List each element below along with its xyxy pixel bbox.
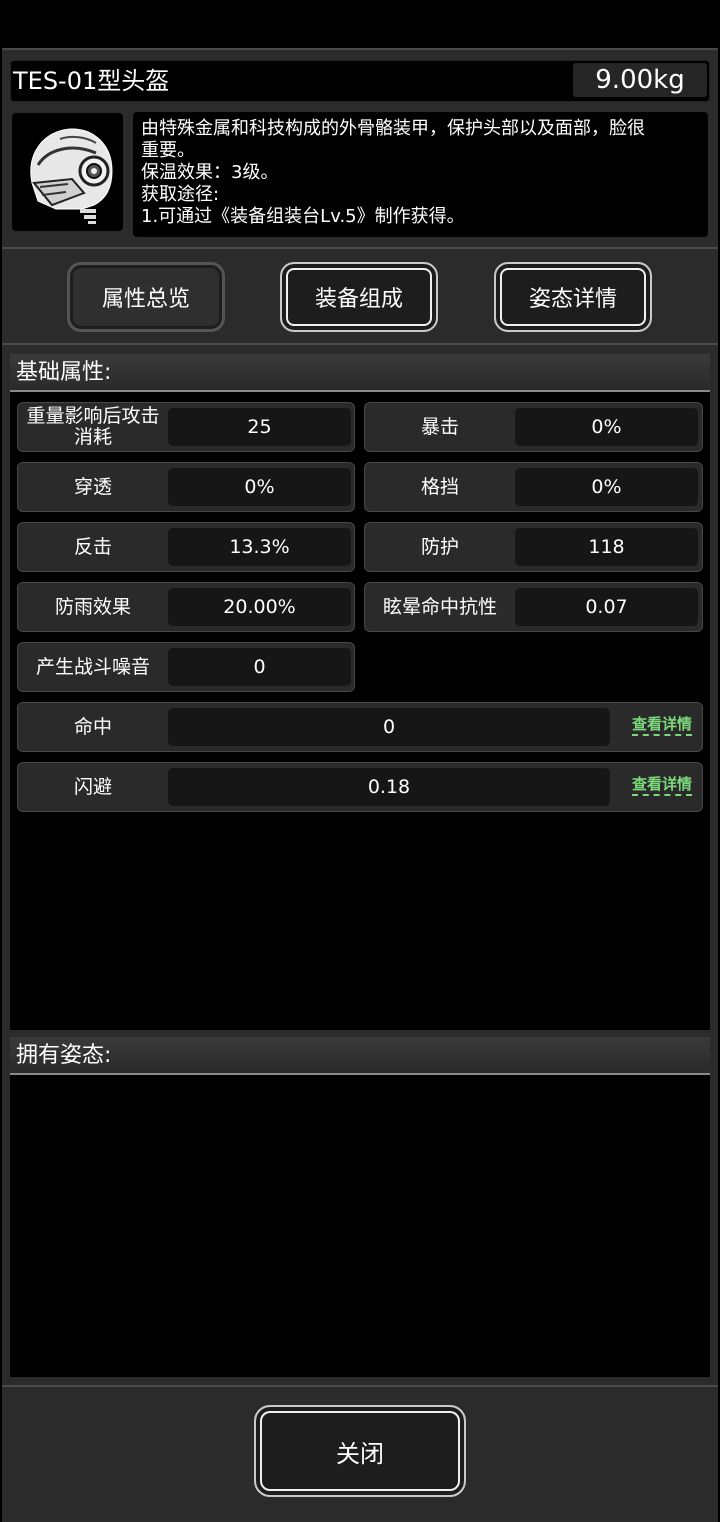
stat-value: 0% bbox=[515, 468, 698, 506]
description-line: 由特殊金属和科技构成的外骨骼装甲，保护头部以及面部，脸很 bbox=[141, 118, 645, 139]
description-line: 保温效果：3级。 bbox=[141, 162, 279, 183]
stat-rainproof: 防雨效果 20.00% bbox=[17, 582, 355, 632]
divider bbox=[2, 247, 718, 249]
postures-title: 拥有姿态: bbox=[10, 1037, 710, 1075]
stat-label: 反击 bbox=[73, 535, 112, 558]
stat-stun-resist: 眩晕命中抗性 0.07 bbox=[364, 582, 703, 632]
tab-attributes-overview[interactable]: 属性总览 bbox=[67, 262, 225, 332]
description-line: 重要。 bbox=[141, 140, 195, 161]
stat-value: 0 bbox=[168, 708, 610, 746]
stat-label: 格挡 bbox=[420, 475, 459, 498]
divider bbox=[2, 343, 718, 345]
item-weight: 9.00kg bbox=[573, 63, 707, 97]
stat-label: 暴击 bbox=[420, 415, 459, 438]
stat-value: 0% bbox=[515, 408, 698, 446]
stat-label: 防护 bbox=[420, 535, 459, 558]
stat-penetration: 穿透 0% bbox=[17, 462, 355, 512]
basic-attributes-title: 基础属性: bbox=[10, 354, 710, 392]
tab-posture-details[interactable]: 姿态详情 bbox=[494, 262, 652, 332]
stat-attack-cost: 重量影响后攻击消耗 25 bbox=[17, 402, 355, 452]
stat-value: 0% bbox=[168, 468, 351, 506]
stat-accuracy: 命中 0 查看详情 bbox=[17, 702, 703, 752]
divider bbox=[2, 1385, 718, 1387]
helmet-icon bbox=[30, 128, 113, 224]
item-title-bar: TES-01型头盔 9.00kg bbox=[10, 60, 710, 102]
stat-label: 闪避 bbox=[73, 775, 112, 798]
item-description: 由特殊金属和科技构成的外骨骼装甲，保护头部以及面部，脸很 重要。 保温效果：3级… bbox=[133, 112, 708, 237]
stat-protection: 防护 118 bbox=[364, 522, 703, 572]
stat-crit: 暴击 0% bbox=[364, 402, 703, 452]
stat-combat-noise: 产生战斗噪音 0 bbox=[17, 642, 355, 692]
view-details-link[interactable]: 查看详情 bbox=[631, 714, 692, 736]
stat-counter: 反击 13.3% bbox=[17, 522, 355, 572]
item-name: TES-01型头盔 bbox=[13, 67, 170, 95]
close-button[interactable]: 关闭 bbox=[254, 1405, 466, 1497]
stat-dodge: 闪避 0.18 查看详情 bbox=[17, 762, 703, 812]
description-line: 获取途径: bbox=[141, 184, 220, 205]
stat-label: 命中 bbox=[73, 715, 112, 738]
stat-label: 防雨效果 bbox=[54, 595, 131, 618]
item-icon-frame bbox=[12, 113, 123, 231]
stat-label: 重量影响后攻击消耗 bbox=[26, 405, 160, 448]
stat-block: 格挡 0% bbox=[364, 462, 703, 512]
view-details-link[interactable]: 查看详情 bbox=[631, 774, 692, 796]
tab-equipment-composition[interactable]: 装备组成 bbox=[280, 262, 438, 332]
stat-value: 118 bbox=[515, 528, 698, 566]
stat-label: 穿透 bbox=[73, 475, 112, 498]
stat-value: 25 bbox=[168, 408, 351, 446]
stat-value: 0.18 bbox=[168, 768, 610, 806]
stat-value: 13.3% bbox=[168, 528, 351, 566]
basic-attributes-section: 基础属性: 重量影响后攻击消耗 25 暴击 0% 穿透 0% 格挡 0% 反击 … bbox=[10, 354, 710, 1030]
stat-value: 0 bbox=[168, 648, 351, 686]
postures-section: 拥有姿态: bbox=[10, 1037, 710, 1377]
stat-value: 20.00% bbox=[168, 588, 351, 626]
stat-label: 眩晕命中抗性 bbox=[382, 595, 497, 618]
stat-value: 0.07 bbox=[515, 588, 698, 626]
description-line: 1.可通过《装备组装台Lv.5》制作获得。 bbox=[141, 206, 465, 227]
stat-label: 产生战斗噪音 bbox=[35, 655, 150, 678]
